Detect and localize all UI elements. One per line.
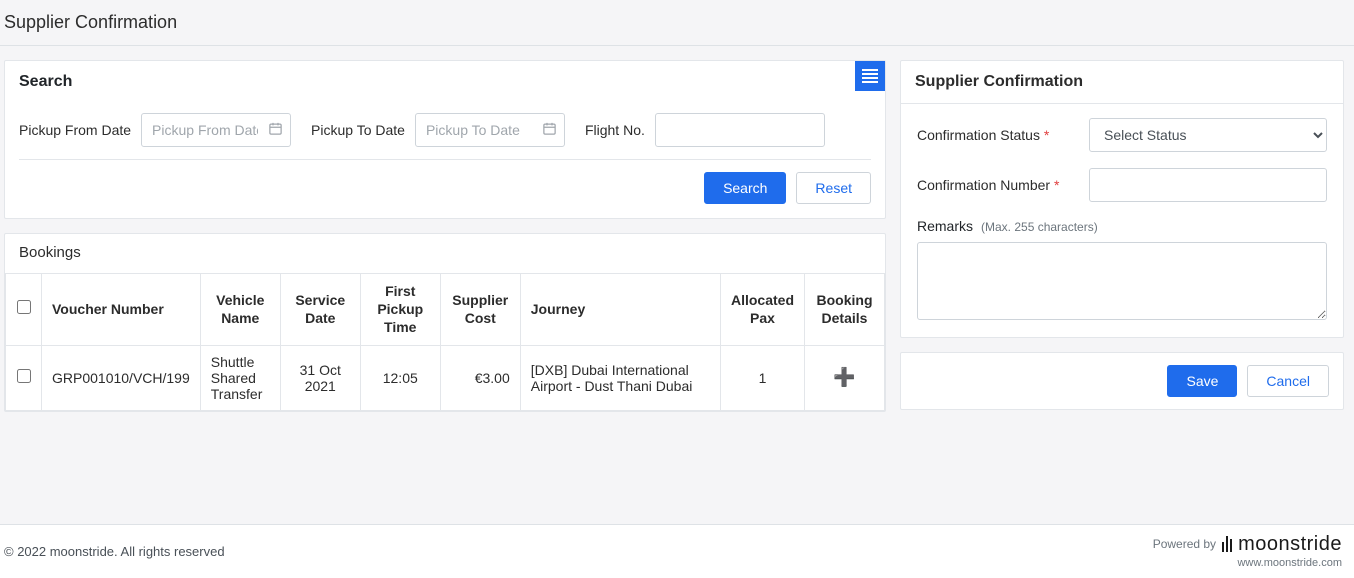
confirmation-title: Supplier Confirmation: [901, 61, 1343, 104]
confirmation-number-input[interactable]: [1089, 168, 1327, 202]
col-journey: Journey: [520, 274, 720, 346]
pickup-from-input[interactable]: [141, 113, 291, 147]
cell-journey: [DXB] Dubai International Airport - Dust…: [520, 345, 720, 410]
col-first-pickup-time: First Pickup Time: [360, 274, 440, 346]
reset-button[interactable]: Reset: [796, 172, 871, 204]
brand-name: moonstride: [1238, 533, 1342, 555]
number-label: Confirmation Number: [917, 177, 1050, 193]
expand-details-icon[interactable]: ➕: [833, 367, 855, 388]
status-select[interactable]: Select Status: [1089, 118, 1327, 152]
remarks-label: Remarks: [917, 218, 973, 234]
col-supplier-cost: Supplier Cost: [440, 274, 520, 346]
brand-url: www.moonstride.com: [1237, 557, 1342, 569]
pickup-to-input[interactable]: [415, 113, 565, 147]
search-button[interactable]: Search: [704, 172, 786, 204]
select-all-checkbox[interactable]: [17, 300, 31, 314]
page-title: Supplier Confirmation: [0, 0, 1354, 46]
col-vehicle-name: Vehicle Name: [200, 274, 280, 346]
bookings-title: Bookings: [5, 234, 885, 273]
cell-first-pickup-time: 12:05: [360, 345, 440, 410]
col-service-date: Service Date: [280, 274, 360, 346]
table-row: GRP001010/VCH/199 Shuttle Shared Transfe…: [6, 345, 885, 410]
save-button[interactable]: Save: [1167, 365, 1237, 397]
cell-service-date: 31 Oct 2021: [280, 345, 360, 410]
cell-supplier-cost: €3.00: [440, 345, 520, 410]
bookings-table: Voucher Number Vehicle Name Service Date…: [5, 273, 885, 411]
cell-vehicle-name: Shuttle Shared Transfer: [200, 345, 280, 410]
col-voucher-number: Voucher Number: [42, 274, 201, 346]
remarks-hint: (Max. 255 characters): [981, 220, 1098, 234]
status-label: Confirmation Status: [917, 127, 1040, 143]
col-allocated-pax: Allocated Pax: [720, 274, 804, 346]
bookings-panel: Bookings Voucher Number Vehicle Name Ser…: [4, 233, 886, 412]
cell-voucher-number: GRP001010/VCH/199: [42, 345, 201, 410]
brand-logo-icon: [1222, 536, 1232, 552]
remarks-textarea[interactable]: [917, 242, 1327, 320]
footer-copyright: © 2022 moonstride. All rights reserved: [4, 544, 225, 559]
confirmation-panel: Supplier Confirmation Confirmation Statu…: [900, 60, 1344, 338]
action-panel: Save Cancel: [900, 352, 1344, 410]
cancel-button[interactable]: Cancel: [1247, 365, 1329, 397]
cell-allocated-pax: 1: [720, 345, 804, 410]
flight-no-input[interactable]: [655, 113, 825, 147]
toggle-list-icon[interactable]: [855, 61, 885, 91]
required-marker: *: [1054, 177, 1059, 193]
col-booking-details: Booking Details: [805, 274, 885, 346]
powered-by-label: Powered by: [1153, 538, 1216, 551]
required-marker: *: [1044, 127, 1049, 143]
footer: © 2022 moonstride. All rights reserved P…: [0, 524, 1354, 578]
pickup-from-label: Pickup From Date: [19, 122, 131, 138]
row-checkbox[interactable]: [17, 369, 31, 383]
flight-no-label: Flight No.: [585, 122, 645, 138]
pickup-to-label: Pickup To Date: [311, 122, 405, 138]
search-panel: Search Pickup From Date: [4, 60, 886, 219]
search-title: Search: [5, 61, 86, 103]
